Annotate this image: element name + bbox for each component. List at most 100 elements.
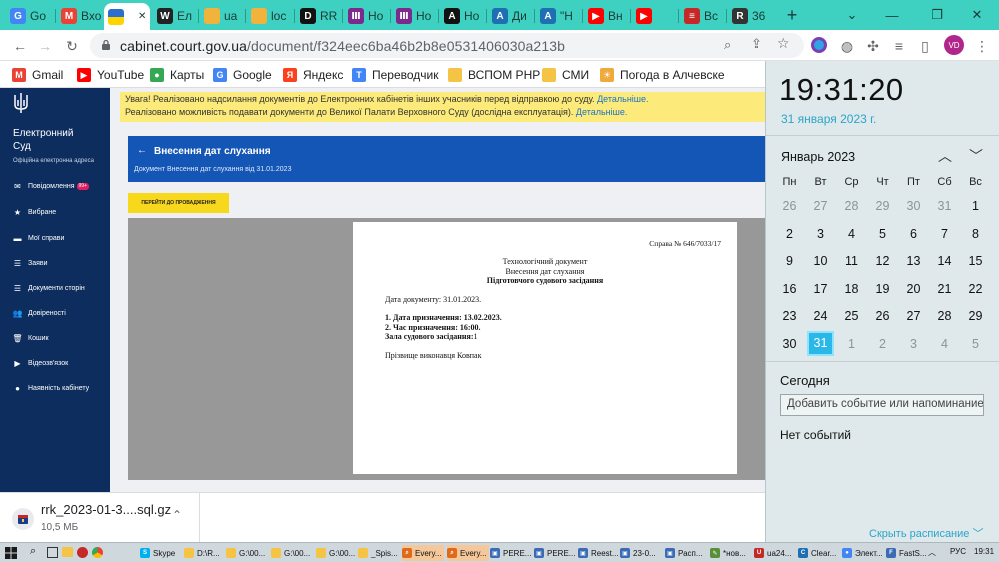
taskbar-item[interactable]: ⌕ Every... bbox=[447, 545, 489, 561]
bookmark-item[interactable]: ● Карты bbox=[150, 66, 204, 84]
notice-link-1[interactable]: Детальніше. bbox=[597, 94, 648, 104]
calendar-day[interactable]: 21 bbox=[929, 282, 960, 296]
share-icon[interactable]: ⇪ bbox=[751, 36, 762, 52]
windows-start-icon[interactable] bbox=[5, 547, 17, 559]
calendar-day[interactable]: 7 bbox=[929, 227, 960, 241]
address-bar[interactable]: cabinet.court.gov.ua/document/f324eec6ba… bbox=[90, 33, 804, 58]
restore-icon[interactable]: ❐ bbox=[915, 0, 959, 30]
sidebar-item[interactable]: ✉ Повідомлення 99+ bbox=[13, 182, 89, 191]
calendar-day[interactable]: 1 bbox=[836, 337, 867, 351]
calendar-day[interactable]: 29 bbox=[867, 199, 898, 213]
taskbar-item[interactable]: G:\00... bbox=[271, 545, 313, 561]
back-icon[interactable]: ← bbox=[11, 37, 29, 55]
calendar-next-icon[interactable]: ﹀ bbox=[969, 146, 983, 166]
tray-chevron-icon[interactable]: ︿ bbox=[928, 547, 936, 558]
media-list-icon[interactable]: ≡ bbox=[890, 37, 908, 55]
bookmark-item[interactable]: T Переводчик bbox=[352, 66, 439, 84]
sidebar-item[interactable]: 🗑 Кошик bbox=[12, 334, 48, 343]
calendar-day[interactable]: 10 bbox=[805, 254, 836, 268]
add-event-input[interactable]: Добавить событие или напоминание bbox=[780, 394, 984, 416]
browser-tab[interactable]: Ⅲ Но bbox=[344, 4, 388, 28]
explorer-icon[interactable] bbox=[62, 547, 73, 557]
taskbar-item[interactable]: _Spis... bbox=[358, 545, 400, 561]
calendar-day[interactable]: 2 bbox=[867, 337, 898, 351]
taskbar-item[interactable]: G:\00... bbox=[316, 545, 358, 561]
taskbar-item[interactable]: ▣ Reest... bbox=[578, 545, 620, 561]
calendar-month[interactable]: Январь 2023 bbox=[781, 150, 855, 164]
extension-color-icon[interactable] bbox=[811, 37, 827, 53]
sidebar-item[interactable]: ▶ Відеозв'язок bbox=[13, 359, 68, 368]
calendar-day[interactable]: 25 bbox=[836, 309, 867, 323]
browser-tab[interactable]: A "Н bbox=[536, 4, 580, 28]
calendar-day[interactable]: 9 bbox=[774, 254, 805, 268]
globe-icon[interactable]: ◍ bbox=[838, 37, 856, 55]
calendar-day[interactable]: 29 bbox=[960, 309, 991, 323]
calendar-day[interactable]: 20 bbox=[898, 282, 929, 296]
bookmark-item[interactable]: СМИ bbox=[542, 66, 589, 84]
browser-tab[interactable]: ▶ Вн bbox=[584, 4, 628, 28]
zoom-icon[interactable]: ⌕ bbox=[724, 37, 731, 53]
back-arrow-icon[interactable]: ← bbox=[137, 145, 147, 156]
calendar-day[interactable]: 27 bbox=[898, 309, 929, 323]
calendar-day[interactable]: 2 bbox=[774, 227, 805, 241]
calendar-day[interactable]: 8 bbox=[960, 227, 991, 241]
calendar-day[interactable]: 14 bbox=[929, 254, 960, 268]
calendar-day[interactable]: 28 bbox=[929, 309, 960, 323]
taskbar-clock[interactable]: 19:31 bbox=[974, 547, 994, 556]
reload-icon[interactable]: ↻ bbox=[63, 37, 81, 55]
task-view-icon[interactable] bbox=[47, 547, 58, 558]
browser-tab[interactable]: W Ел bbox=[153, 4, 197, 28]
taskbar-item[interactable]: ✎ *нов... bbox=[710, 545, 752, 561]
side-panel-icon[interactable]: ▯ bbox=[916, 37, 934, 55]
minimize-icon[interactable]: — bbox=[870, 0, 914, 30]
taskbar-item[interactable]: G:\00... bbox=[226, 545, 268, 561]
taskbar-item[interactable]: D:\R... bbox=[184, 545, 226, 561]
taskbar-item[interactable]: ▣ PERE... bbox=[490, 545, 532, 561]
search-icon[interactable]: ⌕ bbox=[30, 545, 36, 558]
browser-tab[interactable]: M Вхо bbox=[57, 4, 101, 28]
browser-tab[interactable]: G Go bbox=[6, 4, 50, 28]
notice-link-2[interactable]: Детальніше. bbox=[576, 107, 627, 117]
calendar-day[interactable]: 3 bbox=[805, 227, 836, 241]
calendar-day[interactable]: 26 bbox=[867, 309, 898, 323]
calendar-day[interactable]: 5 bbox=[867, 227, 898, 241]
browser-tab[interactable]: ✕ bbox=[104, 3, 150, 30]
taskbar-item[interactable]: C Clear... bbox=[798, 545, 840, 561]
sidebar-item[interactable]: ★ Вибране bbox=[13, 208, 56, 217]
calendar-day[interactable]: 19 bbox=[867, 282, 898, 296]
download-filename[interactable]: rrk_2023-01-3....sql.gz bbox=[41, 502, 171, 517]
calendar-day[interactable]: 17 bbox=[805, 282, 836, 296]
hide-schedule-link[interactable]: Скрыть расписание ﹀ bbox=[869, 525, 983, 541]
sidebar-item[interactable]: ☰ Заяви bbox=[13, 259, 48, 268]
taskbar-item[interactable]: S Skype bbox=[140, 545, 182, 561]
sidebar-item[interactable]: 👥 Довіреності bbox=[13, 309, 66, 318]
calendar-day[interactable]: 11 bbox=[836, 254, 867, 268]
calendar-prev-icon[interactable]: ︿ bbox=[938, 146, 952, 166]
calendar-day[interactable]: 16 bbox=[774, 282, 805, 296]
calendar-day[interactable]: 22 bbox=[960, 282, 991, 296]
profile-avatar[interactable]: VD bbox=[944, 35, 964, 55]
browser-tab[interactable]: ▶ bbox=[632, 4, 676, 28]
taskbar-item[interactable]: Uua24... bbox=[754, 545, 796, 561]
browser-tab[interactable]: ua bbox=[200, 4, 244, 28]
calendar-day[interactable]: 13 bbox=[898, 254, 929, 268]
calendar-day[interactable]: 28 bbox=[836, 199, 867, 213]
bookmark-item[interactable]: ВСПОМ РНР bbox=[448, 66, 540, 84]
calendar-day[interactable]: 4 bbox=[836, 227, 867, 241]
calendar-day[interactable]: 6 bbox=[898, 227, 929, 241]
browser-menu-icon[interactable]: ⋮ bbox=[973, 37, 991, 55]
sidebar-item[interactable]: ▬ Мої справи bbox=[13, 234, 65, 243]
sidebar-item[interactable]: ☰ Документи сторін bbox=[13, 284, 85, 293]
calendar-day[interactable]: 12 bbox=[867, 254, 898, 268]
bookmark-item[interactable]: ▶ YouTube bbox=[77, 66, 144, 84]
taskbar-item[interactable]: ▣ Расп... bbox=[665, 545, 707, 561]
opera-icon[interactable] bbox=[77, 547, 88, 558]
calendar-day[interactable]: 30 bbox=[774, 337, 805, 351]
bookmark-item[interactable]: Я Яндекс bbox=[283, 66, 343, 84]
calendar-day-today[interactable]: 31 bbox=[807, 331, 834, 356]
calendar-day[interactable]: 3 bbox=[898, 337, 929, 351]
taskbar-item[interactable]: F FastS... bbox=[886, 545, 928, 561]
calendar-day[interactable]: 5 bbox=[960, 337, 991, 351]
input-language[interactable]: РУС bbox=[950, 547, 966, 556]
sidebar-item[interactable]: ● Наявність кабінету bbox=[13, 384, 89, 393]
